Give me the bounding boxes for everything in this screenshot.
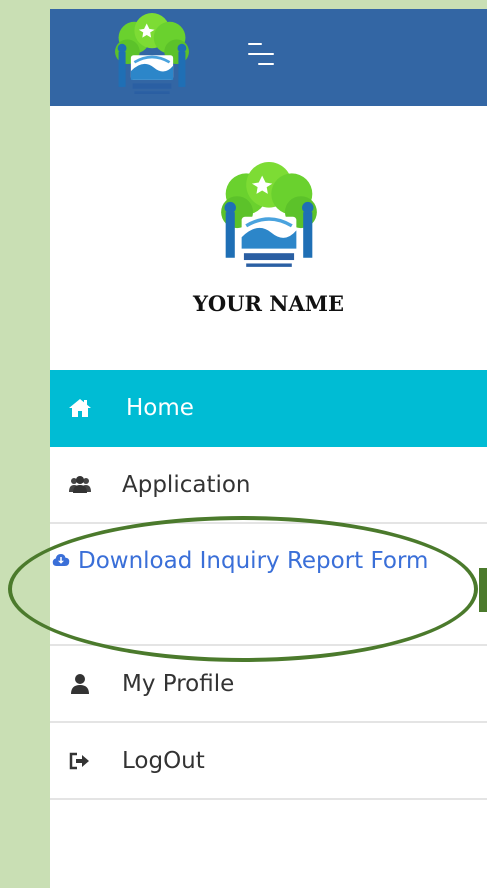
- nav-item-label: Download Inquiry Report Form: [78, 548, 429, 574]
- nav-item-label: My Profile: [122, 670, 235, 697]
- profile-logo: [221, 162, 317, 267]
- top-bar: [50, 9, 487, 106]
- profile-name: YOUR NAME: [192, 291, 345, 316]
- sidebar-panel: YOUR NAME Home Application Download Inqu…: [50, 9, 487, 888]
- nav-item-label: LogOut: [122, 747, 205, 774]
- users-icon: [69, 475, 91, 493]
- nav-item-my-profile[interactable]: My Profile: [50, 646, 487, 723]
- nav-item-label: Home: [126, 394, 194, 421]
- cloud-download-icon: [52, 554, 70, 566]
- sign-out-icon: [69, 752, 89, 769]
- menu-icon[interactable]: [248, 41, 284, 69]
- nav-item-logout[interactable]: LogOut: [50, 723, 487, 800]
- home-icon: [69, 398, 91, 417]
- nav-item-download-inquiry-report[interactable]: Download Inquiry Report Form: [50, 524, 487, 646]
- highlight-pointer: [479, 568, 487, 612]
- nav-item-label: Application: [122, 471, 251, 498]
- app-logo[interactable]: [108, 13, 196, 101]
- nav-item-home[interactable]: Home: [50, 370, 487, 447]
- nav-item-application[interactable]: Application: [50, 447, 487, 524]
- user-icon: [71, 673, 89, 694]
- sidebar-menu: Home Application Download Inquiry Report…: [50, 370, 487, 800]
